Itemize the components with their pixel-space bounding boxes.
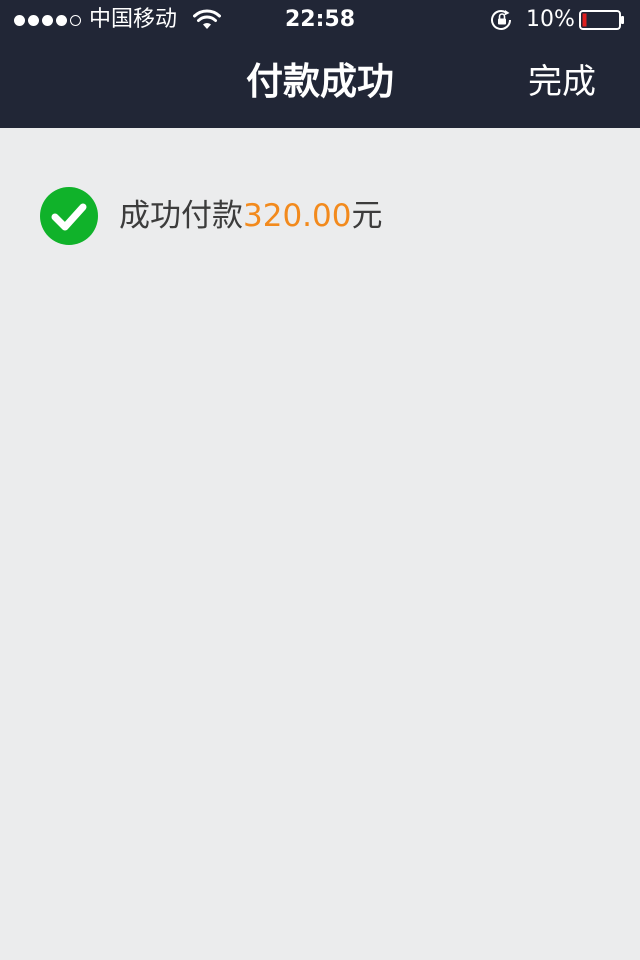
top-bar: 中国移动 22:58 10% 付款成功 完成	[0, 0, 640, 128]
payment-prefix: 成功付款	[119, 198, 243, 234]
payment-message: 成功付款320.00元	[119, 196, 382, 236]
payment-amount: 320.00	[243, 198, 352, 234]
rotation-lock-icon	[491, 10, 511, 30]
success-check-icon	[40, 187, 98, 245]
status-bar: 中国移动 22:58 10%	[0, 0, 640, 40]
payment-result: 成功付款320.00元	[40, 186, 382, 246]
done-button[interactable]: 完成	[528, 60, 596, 104]
payment-currency: 元	[351, 198, 383, 234]
battery-icon	[579, 10, 624, 30]
battery-percent: 10%	[526, 7, 575, 32]
